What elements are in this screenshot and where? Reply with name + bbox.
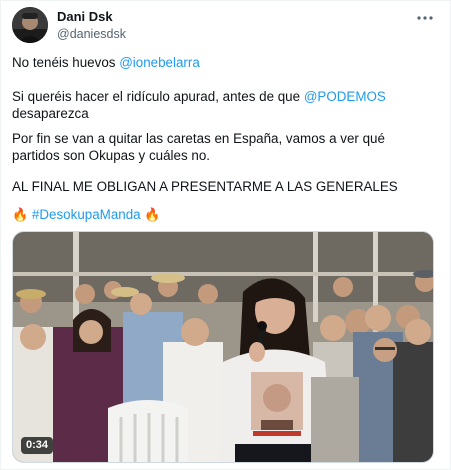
- tweet-line-1-text: No tenéis huevos: [12, 55, 120, 70]
- hashtag-link[interactable]: #DesokupaManda: [32, 207, 141, 222]
- tweet-line-2-text: Si queréis hacer el ridículo apurad, ant…: [12, 89, 304, 104]
- video-player[interactable]: 0:34: [12, 231, 434, 463]
- tweet-line-1: No tenéis huevos @ionebelarra: [12, 54, 200, 71]
- video-duration-badge: 0:34: [21, 437, 54, 454]
- mention-link-podemos[interactable]: @PODEMOS: [304, 89, 386, 104]
- mention-link-ionebelarra[interactable]: @ionebelarra: [119, 55, 200, 70]
- fire-icon: 🔥: [12, 207, 29, 222]
- tweet-line-5: 🔥 #DesokupaManda 🔥: [12, 206, 161, 223]
- user-handle[interactable]: @daniesdsk: [57, 26, 126, 42]
- tweet-line-3: Por fin se van a quitar las caretas en E…: [12, 131, 385, 163]
- tweet-line-2-tail: desaparezca: [12, 106, 89, 121]
- more-dots-icon[interactable]: [414, 7, 436, 29]
- video-thumbnail: [13, 232, 433, 462]
- avatar-image: [12, 7, 48, 43]
- tweet-line-2: Si queréis hacer el ridículo apurad, ant…: [12, 88, 412, 122]
- tweet-line-4: AL FINAL ME OBLIGAN A PRESENTARME A LAS …: [12, 179, 398, 194]
- avatar[interactable]: [12, 7, 48, 43]
- fire-icon: 🔥: [144, 207, 161, 222]
- display-name[interactable]: Dani Dsk: [57, 9, 126, 25]
- author-block[interactable]: Dani Dsk @daniesdsk: [57, 9, 126, 42]
- tweet-card[interactable]: Dani Dsk @daniesdsk No tenéis huevos @io…: [0, 0, 451, 470]
